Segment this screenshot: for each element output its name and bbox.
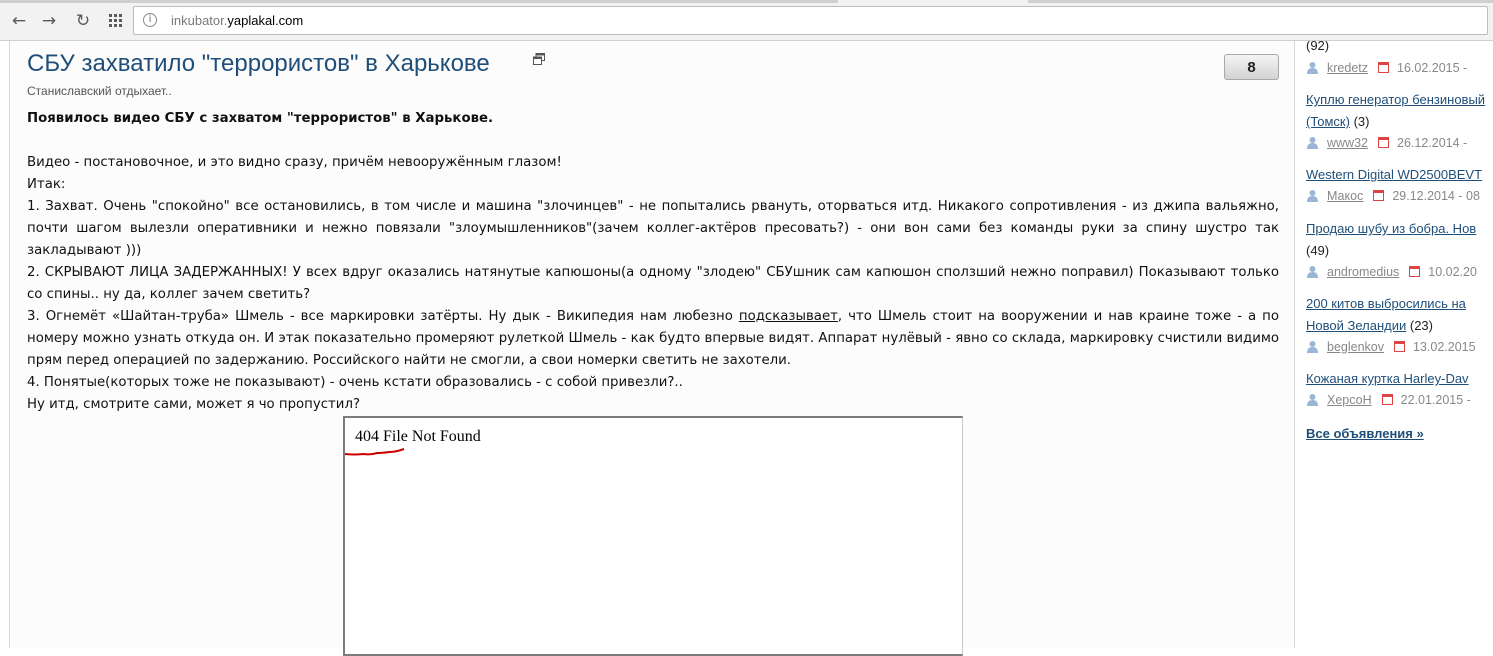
url-subdomain: inkubator. [171,13,228,28]
paragraph-4: 4. Понятые(которых тоже не показывают) -… [27,375,683,390]
ads-sidebar: (92) kredetz 16.02.2015 - Куплю генератор… [1296,41,1493,648]
ad-user-link[interactable]: ХерсоН [1327,393,1372,407]
red-underline-annotation [345,448,405,456]
paragraph-itak: Итак: [27,177,66,192]
ad-meta: www32 26.12.2014 - [1306,136,1467,150]
ad-title-link[interactable]: Продаю шубу из бобра. Нов [1306,221,1476,236]
reload-icon[interactable]: ↻ [72,10,94,32]
ad-title-link[interactable]: Куплю генератор бензиновый [1306,92,1485,107]
ad-date: 16.02.2015 - [1397,61,1468,75]
user-icon [1307,137,1318,149]
url-text[interactable]: inkubator.yaplakal.com [171,13,303,28]
ad-title-link-cont[interactable]: Новой Зеландии [1306,318,1406,333]
article-title[interactable]: СБУ захватило "террористов" в Харькове [27,50,490,78]
user-icon [1307,190,1318,202]
all-ads-link[interactable]: Все объявления » [1306,426,1424,441]
ad-title-line2: (Томск) (3) [1306,114,1369,129]
paragraph-end: Ну итд, смотрите сами, может я чо пропус… [27,397,360,412]
user-icon [1307,266,1318,278]
ad-count: (23) [1409,318,1433,333]
wikipedia-link[interactable]: подсказывает [739,309,838,324]
ad-title-link-cont[interactable]: (Томск) [1306,114,1350,129]
ad-title-link[interactable]: Кожаная куртка Harley-Dav [1306,371,1469,386]
url-domain: yaplakal.com [227,13,304,28]
browser-toolbar: ← → ↻ i inkubator.yaplakal.com [0,0,1493,41]
calendar-icon [1378,137,1389,148]
tab-strip [0,0,1493,3]
site-info-icon[interactable]: i [143,13,157,27]
forward-arrow-icon[interactable]: → [38,10,60,32]
ad-meta: ХерсоН 22.01.2015 - [1306,393,1471,407]
back-arrow-icon[interactable]: ← [8,10,30,32]
address-bar[interactable]: i inkubator.yaplakal.com [133,6,1488,35]
calendar-icon [1394,341,1405,352]
ad-date: 29.12.2014 - 08 [1392,189,1480,203]
user-icon [1307,394,1318,406]
ad-user-link[interactable]: andromedius [1327,265,1399,279]
paragraph-1: 1. Захват. Очень "спокойно" все останови… [27,199,1279,258]
paragraph-3-text-a: 3. Огнемёт «Шайтан-труба» Шмель - все ма… [27,309,739,324]
paragraph-3: 3. Огнемёт «Шайтан-труба» Шмель - все ма… [27,306,1279,372]
article-body: Появилось видео СБУ с захватом "террорис… [27,108,1279,416]
calendar-icon [1409,266,1421,277]
rating-badge[interactable]: 8 [1224,54,1279,80]
ad-date: 22.01.2015 - [1400,393,1471,407]
calendar-icon [1381,394,1393,405]
ad-meta: kredetz 16.02.2015 - [1306,61,1467,75]
ad-title-link[interactable]: 200 китов выбросились на [1306,296,1466,311]
ad-date: 26.12.2014 - [1397,136,1468,150]
ad-count: (49) [1306,243,1330,258]
ad-date: 13.02.2015 [1413,340,1476,354]
embedded-video-frame[interactable]: 404 File Not Found [343,416,963,656]
ad-meta: Макос 29.12.2014 - 08 [1306,189,1480,203]
ad-meta: andromedius 10.02.20 [1306,265,1477,279]
ad-date: 10.02.20 [1428,265,1477,279]
calendar-icon [1373,190,1385,201]
ad-count: (3) [1353,114,1370,129]
video-error-message: 404 File Not Found [355,428,481,445]
ad-meta: beglenkov 13.02.2015 [1306,340,1476,354]
calendar-icon [1378,62,1389,73]
ad-title-link[interactable]: Western Digital WD2500BEVT [1306,167,1482,182]
ad-count: (92) [1306,41,1330,53]
paragraph-2: 2. СКРЫВАЮТ ЛИЦА ЗАДЕРЖАННЫХ! У всех вдр… [27,265,1279,302]
open-in-new-window-icon[interactable] [533,53,545,65]
user-icon [1307,341,1318,353]
ad-user-link[interactable]: beglenkov [1327,340,1384,354]
ad-user-link[interactable]: Макос [1327,189,1363,203]
ad-user-link[interactable]: kredetz [1327,61,1368,75]
active-tab[interactable] [838,0,1028,3]
ad-title-line2: Новой Зеландии (23) [1306,318,1433,333]
ad-user-link[interactable]: www32 [1327,136,1368,150]
paragraph-intro: Видео - постановочное, и это видно сразу… [27,155,562,170]
article-headline: Появилось видео СБУ с захватом "террорис… [27,111,494,126]
article-subtitle: Станиславский отдыхает.. [27,84,172,98]
apps-grid-icon[interactable] [105,10,127,32]
user-icon [1307,62,1318,74]
